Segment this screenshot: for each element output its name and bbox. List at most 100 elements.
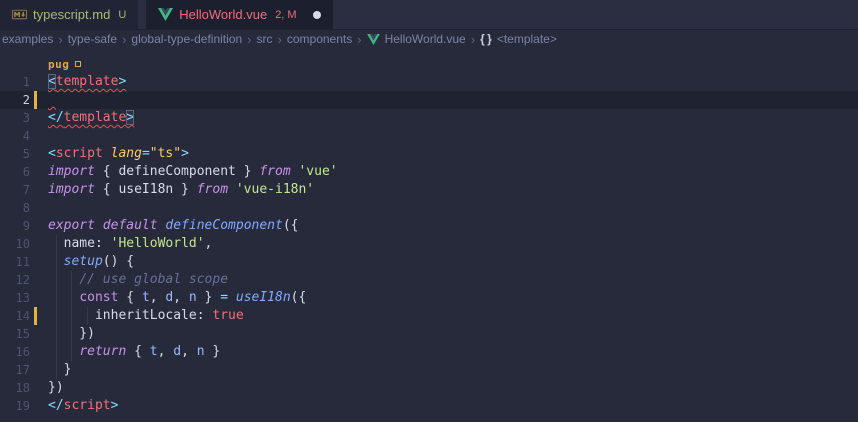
line-number: 13	[0, 289, 30, 307]
code-line[interactable]: 15 })	[0, 325, 858, 343]
gutter	[30, 91, 48, 109]
gutter	[30, 343, 48, 361]
code-editor: pug 1<template>2 3 </template>45 <script l…	[0, 48, 858, 415]
gutter	[30, 361, 48, 379]
code-text[interactable]: </template>	[48, 109, 858, 127]
indent-guide	[56, 343, 57, 361]
code-text[interactable]	[48, 199, 858, 217]
code-text[interactable]: name: 'HelloWorld',	[48, 235, 858, 253]
code-line[interactable]: 14 inheritLocale: true	[0, 307, 858, 325]
gutter	[30, 199, 48, 217]
gutter	[30, 397, 48, 415]
breadcrumb-separator: ›	[58, 32, 62, 47]
markdown-icon	[12, 9, 27, 20]
vue-icon	[367, 34, 380, 45]
code-text[interactable]: setup() {	[48, 253, 858, 271]
code-line[interactable]: 3 </template>	[0, 109, 858, 127]
indent-guide	[87, 307, 88, 325]
indent-guide	[56, 289, 57, 307]
template-lang-hint-button[interactable]: pug	[48, 58, 81, 71]
code-text[interactable]: <template>	[48, 73, 858, 91]
breadcrumb-item-examples[interactable]: examples	[2, 32, 53, 46]
code-line[interactable]: 18})	[0, 379, 858, 397]
code-line[interactable]: 8	[0, 199, 858, 217]
code-text[interactable]: export default defineComponent({	[48, 217, 858, 235]
line-number: 5	[0, 145, 30, 163]
indent-guide	[56, 325, 57, 343]
code-line[interactable]: 13 const { t, d, n } = useI18n({	[0, 289, 858, 307]
code-line[interactable]: 9export default defineComponent({	[0, 217, 858, 235]
code-line[interactable]: 17 }	[0, 361, 858, 379]
code-line[interactable]: 7import { useI18n } from 'vue-i18n'	[0, 181, 858, 199]
code-text[interactable]: // use global scope	[48, 271, 858, 289]
gutter	[30, 145, 48, 163]
code-text[interactable]: import { useI18n } from 'vue-i18n'	[48, 181, 858, 199]
code-text[interactable]: return { t, d, n }	[48, 343, 858, 361]
gutter	[30, 253, 48, 271]
code-line[interactable]: 11 setup() {	[0, 253, 858, 271]
gutter	[30, 379, 48, 397]
gutter	[30, 109, 48, 127]
breadcrumb-item-type-safe[interactable]: type-safe	[68, 32, 117, 46]
git-status-badge: U	[118, 9, 126, 21]
breadcrumb-separator: ›	[471, 32, 475, 47]
code-line[interactable]: 12 // use global scope	[0, 271, 858, 289]
gutter	[30, 271, 48, 289]
code-line[interactable]: 16 return { t, d, n }	[0, 343, 858, 361]
tab-label: HelloWorld.vue	[179, 7, 267, 22]
symbol-braces-icon: { }	[480, 32, 492, 46]
tab-typescript-md[interactable]: typescript.md U	[0, 0, 138, 29]
indent-guide	[71, 343, 72, 361]
line-number: 10	[0, 235, 30, 253]
git-modified-indicator	[34, 307, 37, 325]
line-number: 3	[0, 109, 30, 127]
breadcrumb-separator: ›	[278, 32, 282, 47]
code-line[interactable]: 6 import { defineComponent } from 'vue'	[0, 163, 858, 181]
indent-guide	[56, 271, 57, 289]
line-number: 18	[0, 379, 30, 397]
line-number: 19	[0, 397, 30, 415]
indent-guide	[71, 325, 72, 343]
gutter	[30, 181, 48, 199]
code-text[interactable]: </script>	[48, 397, 858, 415]
line-number: 11	[0, 253, 30, 271]
gutter	[30, 325, 48, 343]
breadcrumb-item-global-type-definition[interactable]: global-type-definition	[131, 32, 242, 46]
line-number: 6	[0, 163, 30, 181]
line-number: 2	[0, 91, 30, 109]
tab-helloworld-vue[interactable]: HelloWorld.vue 2, M	[146, 0, 332, 29]
line-number: 12	[0, 271, 30, 289]
code-text[interactable]	[48, 127, 858, 145]
code-line[interactable]: 19 </script>	[0, 397, 858, 415]
code-text[interactable]: const { t, d, n } = useI18n({	[48, 289, 858, 307]
code-line[interactable]: 2	[0, 91, 858, 109]
code-text[interactable]: }	[48, 361, 858, 379]
code-line[interactable]: 5 <script lang="ts">	[0, 145, 858, 163]
line-number: 17	[0, 361, 30, 379]
breadcrumb-item-helloworld-vue[interactable]: HelloWorld.vue	[385, 32, 466, 46]
indent-guide	[56, 235, 57, 253]
breadcrumb-item-template-symbol[interactable]: <template>	[497, 32, 557, 46]
unsaved-changes-dot[interactable]	[313, 11, 321, 19]
code-text[interactable]: <script lang="ts">	[48, 145, 858, 163]
indent-guide	[71, 271, 72, 289]
template-lang-hint-label: pug	[48, 58, 69, 71]
code-text[interactable]: import { defineComponent } from 'vue'	[48, 163, 858, 181]
code-line[interactable]: 10 name: 'HelloWorld',	[0, 235, 858, 253]
indent-guide	[56, 361, 57, 379]
code-line[interactable]: 4	[0, 127, 858, 145]
code-text[interactable]: })	[48, 379, 858, 397]
line-number: 15	[0, 325, 30, 343]
indent-guide	[71, 289, 72, 307]
indent-guide	[71, 307, 72, 325]
gutter	[30, 127, 48, 145]
indent-guide	[56, 307, 57, 325]
line-number: 16	[0, 343, 30, 361]
breadcrumb-item-src[interactable]: src	[257, 32, 273, 46]
tab-label: typescript.md	[33, 7, 110, 22]
code-text[interactable]	[48, 91, 858, 109]
code-text[interactable]: inheritLocale: true	[48, 307, 858, 325]
code-text[interactable]: })	[48, 325, 858, 343]
breadcrumb-item-components[interactable]: components	[287, 32, 352, 46]
code-line[interactable]: 1<template>	[0, 73, 858, 91]
